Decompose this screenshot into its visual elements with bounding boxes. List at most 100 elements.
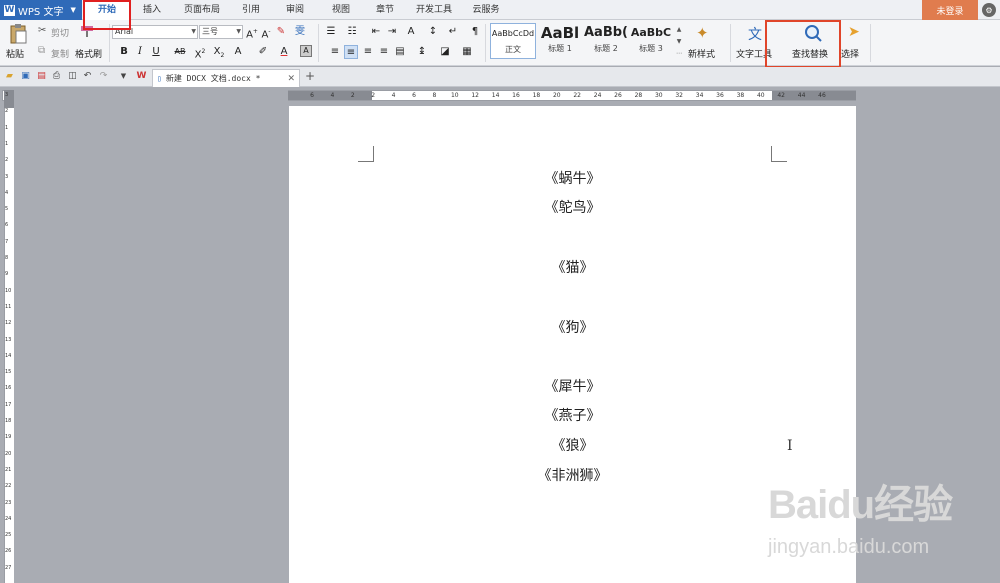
- text-direction-icon[interactable]: A: [404, 25, 418, 39]
- style-heading-3[interactable]: AaBbC 标题 3: [629, 23, 673, 59]
- open-folder-icon[interactable]: ▰: [4, 71, 15, 82]
- show-marks-icon[interactable]: ↵: [446, 25, 460, 39]
- ruler-tick-label: 10: [5, 287, 12, 294]
- tab-cloud[interactable]: 云服务: [466, 0, 506, 20]
- bold-icon[interactable]: B: [117, 45, 131, 59]
- align-center-icon[interactable]: ≡: [344, 45, 358, 59]
- settings-icon[interactable]: ⚙: [982, 3, 996, 17]
- tab-page-layout[interactable]: 页面布局: [180, 0, 224, 20]
- highlight-color-icon[interactable]: ✐: [256, 45, 270, 59]
- divider: [870, 24, 871, 62]
- ribbon-toolbar: 粘贴 ✂ 剪切 ⧉ 复制 格式刷 Arial ▼ 三号 ▼ A+ A- ✎ 雯 B …: [0, 20, 1000, 66]
- italic-icon[interactable]: I: [133, 45, 147, 59]
- select-button[interactable]: 选择: [841, 47, 859, 60]
- char-shading-icon[interactable]: A: [300, 45, 312, 57]
- tab-view[interactable]: 视图: [326, 0, 356, 20]
- ruler-tick-label: 17: [5, 401, 12, 408]
- login-button[interactable]: 未登录: [922, 0, 978, 20]
- justify-icon[interactable]: ≡: [377, 45, 391, 59]
- document-line: 《狼》: [551, 438, 594, 454]
- style-name: 正文: [505, 45, 521, 54]
- tab-references[interactable]: 引用: [236, 0, 266, 20]
- align-right-icon[interactable]: ≡: [361, 45, 375, 59]
- new-style-button[interactable]: 新样式: [688, 47, 715, 60]
- ruler-tick-label: 6: [5, 222, 9, 229]
- horizontal-ruler[interactable]: 6 4 2 2 4 6 8 10 12 14 16 18 20 22 24 26 28 30 32 34 36 38 40 4…: [288, 90, 856, 101]
- style-normal[interactable]: AaBbCcDd 正文: [490, 23, 536, 59]
- redo-icon[interactable]: ↷: [98, 71, 109, 82]
- chevron-down-icon: ▼: [236, 28, 241, 35]
- document-tab[interactable]: ▯ 新建 DOCX 文档.docx * ✕: [152, 69, 300, 87]
- numbered-list-icon[interactable]: ☷: [345, 25, 359, 39]
- style-heading-1[interactable]: AaBl 标题 1: [538, 23, 582, 59]
- divider: [318, 24, 319, 62]
- grow-font-icon[interactable]: A+: [245, 25, 259, 40]
- format-painter-button[interactable]: 格式刷: [75, 47, 102, 60]
- superscript-icon[interactable]: X2: [193, 45, 207, 60]
- export-pdf-icon[interactable]: ▤: [36, 71, 47, 82]
- ruler-tick-label: 2: [5, 108, 9, 115]
- ruler-tick-label: 34: [695, 92, 704, 99]
- document-line: 《狗》: [551, 320, 594, 336]
- style-heading-2[interactable]: AaBb( 标题 2: [584, 23, 628, 59]
- chevron-down-icon[interactable]: ▼: [118, 71, 129, 82]
- styles-scroll-icon[interactable]: ▲ ▼ ⋯: [675, 24, 683, 60]
- phonetic-guide-icon[interactable]: 雯: [293, 25, 307, 39]
- ruler-tick-label: 12: [471, 92, 480, 99]
- document-line: 《鸵鸟》: [544, 200, 601, 216]
- app-menu-button[interactable]: W WPS 文字 ▼: [0, 0, 82, 20]
- borders-icon[interactable]: ▦: [460, 45, 474, 59]
- paste-icon[interactable]: [8, 23, 28, 45]
- style-name: 标题 3: [639, 44, 663, 53]
- ruler-tick-label: 28: [634, 92, 643, 99]
- ruler-tick-label: 26: [614, 92, 622, 99]
- paragraph-mark-icon[interactable]: ¶: [468, 25, 482, 39]
- wps-logo-icon: W: [4, 4, 15, 16]
- ruler-tick-label: 20: [5, 450, 12, 457]
- watermark-brand: Baidu经验: [768, 483, 953, 527]
- line-spacing-icon[interactable]: ↨: [415, 45, 429, 59]
- baidu-jingyan-watermark: Baidu经验 jingyan.baidu.com: [762, 472, 992, 572]
- ruler-tick-label: 46: [818, 92, 826, 99]
- strikethrough-icon[interactable]: AB: [171, 45, 189, 59]
- print-icon[interactable]: ⎙: [51, 71, 62, 82]
- sort-icon[interactable]: ↕: [426, 25, 440, 39]
- ruler-tick-label: 12: [5, 320, 12, 327]
- subscript-icon[interactable]: X2: [212, 45, 226, 59]
- decrease-indent-icon[interactable]: ⇤: [369, 25, 383, 39]
- print-preview-icon[interactable]: ◫: [67, 71, 78, 82]
- tab-chapter[interactable]: 章节: [370, 0, 400, 20]
- scissors-icon: ✂: [38, 25, 47, 36]
- close-icon[interactable]: ✕: [287, 74, 295, 84]
- divider: [485, 24, 486, 62]
- save-icon[interactable]: ▣: [20, 71, 31, 82]
- cut-button[interactable]: 剪切: [51, 26, 69, 39]
- ruler-tick-label: 36: [716, 92, 724, 99]
- underline-icon[interactable]: U: [149, 45, 163, 59]
- undo-icon[interactable]: ↶: [82, 71, 93, 82]
- font-color-icon[interactable]: A: [277, 45, 291, 59]
- align-left-icon[interactable]: ≡: [328, 45, 342, 59]
- shrink-font-icon[interactable]: A-: [259, 25, 273, 40]
- ruler-tick-label: 44: [797, 92, 806, 99]
- new-tab-button[interactable]: +: [304, 70, 316, 82]
- paste-button[interactable]: 粘贴: [6, 47, 24, 60]
- clear-format-icon[interactable]: ✎: [274, 25, 288, 39]
- document-line: 《犀牛》: [544, 379, 601, 395]
- tab-insert[interactable]: 插入: [136, 0, 168, 20]
- tab-review[interactable]: 审阅: [280, 0, 310, 20]
- text-tools-icon: 文: [748, 27, 762, 43]
- copy-button[interactable]: 复制: [51, 47, 69, 60]
- bullet-list-icon[interactable]: ☰: [324, 25, 338, 39]
- ruler-tick-label: 3: [5, 173, 9, 180]
- paragraph-shading-icon[interactable]: ◪: [438, 45, 452, 59]
- ruler-tick-label: 8: [432, 92, 437, 99]
- vertical-ruler[interactable]: 3 2 1 1 2 3 4 5 6 7 8 9 10 11 12 13 14 15 16 17 18 19 20 21 22 23…: [4, 90, 14, 583]
- font-size-select[interactable]: 三号 ▼: [199, 25, 243, 39]
- text-effect-icon[interactable]: A: [231, 45, 245, 59]
- distributed-align-icon[interactable]: ▤: [393, 45, 407, 59]
- ruler-tick-label: 2: [5, 157, 9, 164]
- increase-indent-icon[interactable]: ⇥: [385, 25, 399, 39]
- tab-developer[interactable]: 开发工具: [412, 0, 456, 20]
- title-bar: W WPS 文字 ▼ 开始 插入 页面布局 引用 审阅 视图 章节 开发工具 云…: [0, 0, 1000, 20]
